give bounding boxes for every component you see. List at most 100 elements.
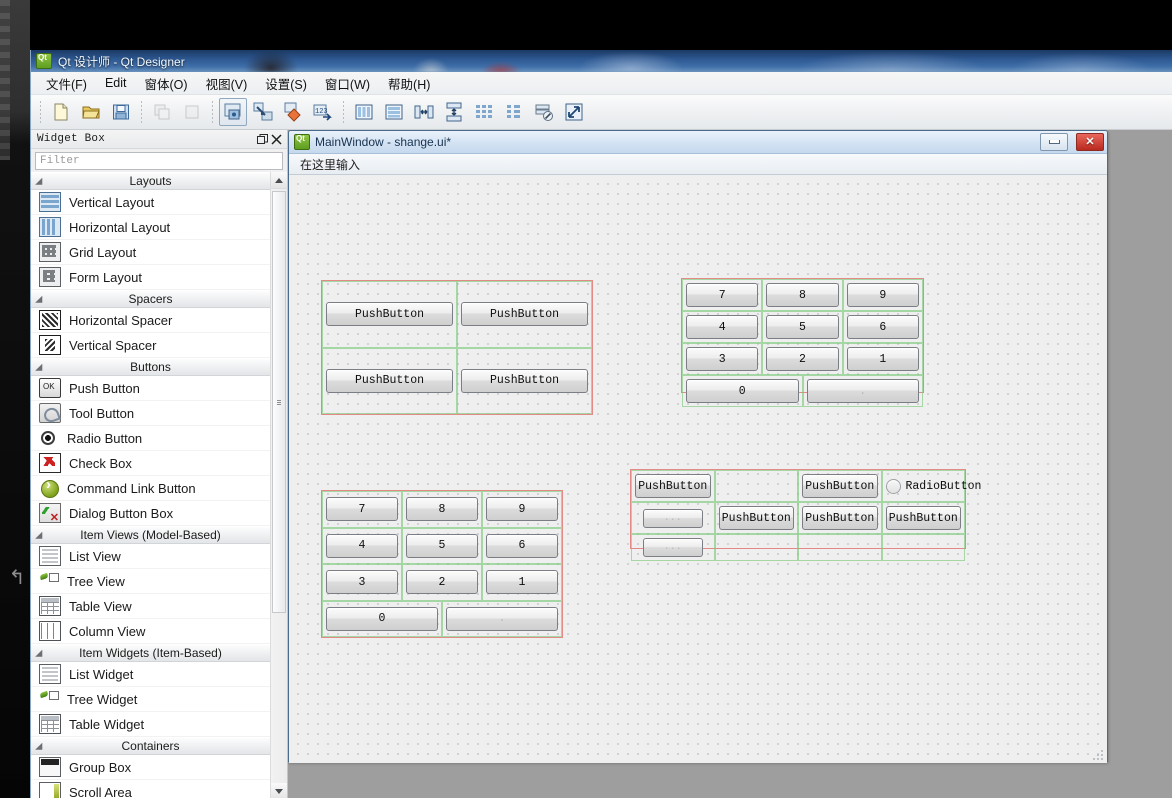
- redo-icon[interactable]: [178, 98, 206, 126]
- scrollbar-thumb[interactable]: [272, 191, 286, 613]
- minimize-icon[interactable]: [1040, 133, 1068, 151]
- push-button[interactable]: 8: [766, 283, 839, 307]
- push-button[interactable]: PushButton: [885, 506, 961, 530]
- layout-in-splitter-vertical-icon[interactable]: [440, 98, 468, 126]
- resize-grip-icon[interactable]: [1092, 748, 1106, 762]
- push-button[interactable]: PushButton: [802, 506, 878, 530]
- push-button[interactable]: 6: [846, 315, 919, 339]
- widget-item-tool-button[interactable]: Tool Button: [31, 401, 270, 426]
- push-button[interactable]: 9: [846, 283, 919, 307]
- widget-box-filter-input[interactable]: Filter: [35, 152, 283, 170]
- new-form-icon[interactable]: [47, 98, 75, 126]
- numeric-keypad-top-right[interactable]: 789 456 321 0.: [681, 278, 924, 407]
- push-button[interactable]: 3: [326, 570, 398, 595]
- push-button[interactable]: PushButton: [802, 474, 878, 498]
- widget-box-category-spacers[interactable]: Spacers: [31, 290, 270, 308]
- push-button[interactable]: 1: [846, 347, 919, 371]
- close-icon[interactable]: [269, 132, 283, 146]
- widget-item-table-view[interactable]: Table View: [31, 594, 270, 619]
- widget-item-form-layout[interactable]: Form Layout: [31, 265, 270, 290]
- form-window-titlebar[interactable]: MainWindow - shange.ui* ✕: [289, 131, 1107, 154]
- edit-buddies-icon[interactable]: [279, 98, 307, 126]
- push-button[interactable]: 8: [406, 497, 478, 522]
- push-button[interactable]: 1: [486, 570, 558, 595]
- push-button[interactable]: ...: [642, 508, 703, 528]
- widget-box-scrollbar[interactable]: [270, 172, 287, 798]
- edit-signals-slots-icon[interactable]: [249, 98, 277, 126]
- push-button[interactable]: PushButton: [461, 302, 588, 327]
- layout-vertically-icon[interactable]: [380, 98, 408, 126]
- widget-item-column-view[interactable]: Column View: [31, 619, 270, 644]
- push-button[interactable]: 2: [406, 570, 478, 595]
- float-icon[interactable]: [255, 132, 269, 146]
- scrollbar-track[interactable]: [271, 189, 287, 783]
- adjust-size-icon[interactable]: [560, 98, 588, 126]
- push-button[interactable]: ...: [642, 538, 703, 557]
- widget-item-dialog-button-box[interactable]: Dialog Button Box: [31, 501, 270, 526]
- push-button[interactable]: 7: [326, 497, 398, 522]
- scroll-up-icon[interactable]: [271, 172, 287, 189]
- break-layout-icon[interactable]: [530, 98, 558, 126]
- widget-item-horizontal-spacer[interactable]: Horizontal Spacer: [31, 308, 270, 333]
- close-icon[interactable]: ✕: [1076, 133, 1104, 151]
- widget-item-vertical-spacer[interactable]: Vertical Spacer: [31, 333, 270, 358]
- push-button[interactable]: .: [446, 606, 558, 631]
- widget-item-tree-view[interactable]: Tree View: [31, 569, 270, 594]
- widget-item-vertical-layout[interactable]: Vertical Layout: [31, 190, 270, 215]
- open-form-icon[interactable]: [77, 98, 105, 126]
- push-button[interactable]: PushButton: [326, 302, 453, 327]
- edit-tab-order-icon[interactable]: 123: [309, 98, 337, 126]
- widget-item-check-box[interactable]: Check Box: [31, 451, 270, 476]
- layout-horizontally-icon[interactable]: [350, 98, 378, 126]
- widget-item-radio-button[interactable]: Radio Button: [31, 426, 270, 451]
- push-button[interactable]: 3: [686, 347, 759, 371]
- numeric-keypad-bottom-left[interactable]: 789 456 321 0.: [321, 490, 563, 638]
- push-button[interactable]: 7: [686, 283, 759, 307]
- widget-item-tree-widget[interactable]: Tree Widget: [31, 687, 270, 712]
- widget-item-list-widget[interactable]: List Widget: [31, 662, 270, 687]
- layout-in-grid-icon[interactable]: [470, 98, 498, 126]
- push-button[interactable]: 0: [326, 606, 438, 631]
- widget-item-horizontal-layout[interactable]: Horizontal Layout: [31, 215, 270, 240]
- push-button[interactable]: .: [806, 379, 919, 403]
- push-button[interactable]: 6: [486, 533, 558, 558]
- widget-box-category-containers[interactable]: Containers: [31, 737, 270, 755]
- push-button[interactable]: 4: [686, 315, 759, 339]
- push-button[interactable]: PushButton: [326, 368, 453, 393]
- menu-file[interactable]: 文件(F): [37, 71, 96, 96]
- push-button[interactable]: 4: [326, 533, 398, 558]
- radio-button[interactable]: RadioButton: [885, 478, 981, 494]
- push-button[interactable]: 5: [766, 315, 839, 339]
- menu-settings[interactable]: 设置(S): [256, 71, 316, 96]
- widget-item-command-link-button[interactable]: Command Link Button: [31, 476, 270, 501]
- widget-box-category-layouts[interactable]: Layouts: [31, 172, 270, 190]
- save-form-icon[interactable]: [107, 98, 135, 126]
- app-titlebar[interactable]: Qt 设计师 - Qt Designer: [31, 50, 1172, 72]
- pushbutton-grid-top-left[interactable]: PushButton PushButton PushButton PushButton: [321, 280, 593, 415]
- menu-help[interactable]: 帮助(H): [379, 71, 439, 96]
- push-button[interactable]: 0: [686, 379, 799, 403]
- push-button[interactable]: 5: [406, 533, 478, 558]
- widget-box-category-item-views[interactable]: Item Views (Model-Based): [31, 526, 270, 544]
- widget-item-push-button[interactable]: Push Button: [31, 376, 270, 401]
- form-menu-placeholder[interactable]: 在这里输入: [293, 154, 367, 175]
- widget-item-group-box[interactable]: Group Box: [31, 755, 270, 780]
- widget-item-scroll-area[interactable]: Scroll Area: [31, 780, 270, 798]
- push-button[interactable]: 2: [766, 347, 839, 371]
- menu-edit[interactable]: Edit: [96, 73, 136, 93]
- mixed-widget-grid-bottom-right[interactable]: PushButton PushButton RadioButton... PushBu…: [630, 469, 981, 561]
- widget-item-table-widget[interactable]: Table Widget: [31, 712, 270, 737]
- menu-view[interactable]: 视图(V): [197, 71, 257, 96]
- form-canvas[interactable]: PushButton PushButton PushButton PushButton…: [289, 175, 1107, 763]
- push-button[interactable]: PushButton: [718, 506, 794, 530]
- undo-icon[interactable]: [148, 98, 176, 126]
- menu-form[interactable]: 窗体(O): [136, 71, 197, 96]
- widget-item-grid-layout[interactable]: Grid Layout: [31, 240, 270, 265]
- layout-in-splitter-horizontal-icon[interactable]: [410, 98, 438, 126]
- layout-in-form-icon[interactable]: [500, 98, 528, 126]
- push-button[interactable]: PushButton: [635, 474, 711, 498]
- push-button[interactable]: 9: [486, 497, 558, 522]
- menu-window[interactable]: 窗口(W): [316, 71, 379, 96]
- widget-box-category-buttons[interactable]: Buttons: [31, 358, 270, 376]
- push-button[interactable]: PushButton: [461, 368, 588, 393]
